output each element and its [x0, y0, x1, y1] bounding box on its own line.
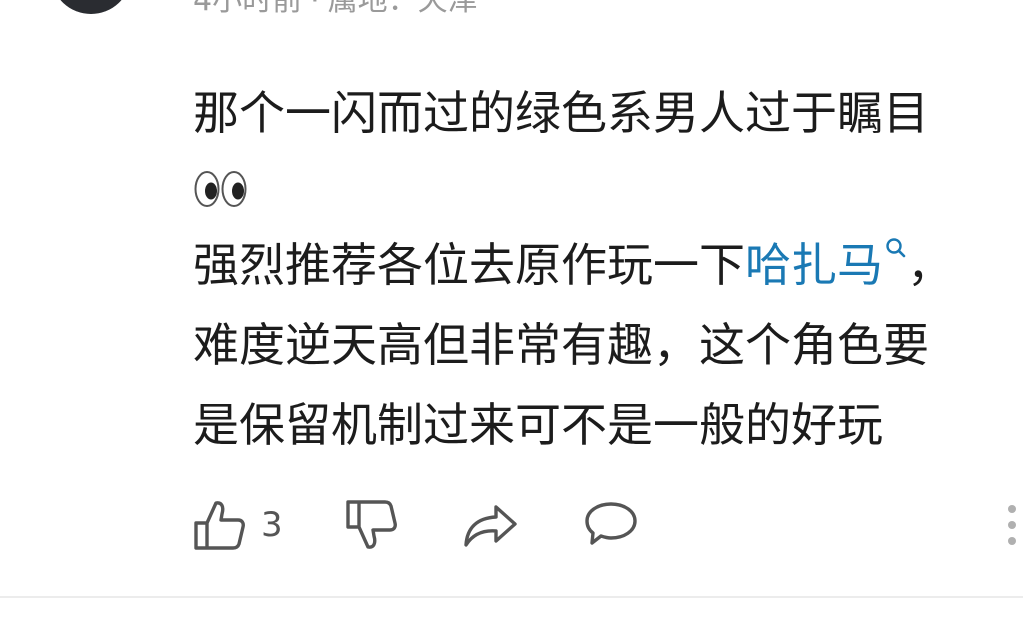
comment-bubble-icon	[584, 502, 637, 545]
comment-line-1: 那个一闪而过的绿色系男人过于瞩目	[193, 86, 929, 140]
comment-line-2: 强烈推荐各位去原作玩一下哈扎马 ，	[193, 225, 1005, 305]
comment-line-4: 是保留机制过来可不是一般的好玩	[193, 398, 883, 452]
comment-screen: 4小时前 · 属地：天津 那个一闪而过的绿色系男人过于瞩目 强烈推荐各位去原作玩一下…	[0, 0, 1023, 624]
search-link-text: 哈扎马	[745, 238, 883, 292]
reply-button[interactable]	[583, 499, 639, 551]
comment-punctuation: ，	[907, 238, 953, 292]
comment-time: 4小时前	[193, 0, 303, 18]
eyes-emoji-icon	[194, 170, 247, 207]
eyes-emoji	[193, 167, 249, 211]
comment-body: 那个一闪而过的绿色系男人过于瞩目 强烈推荐各位去原作玩一下哈扎马 ， 难度逆天高但…	[193, 73, 1005, 465]
like-button[interactable]: 3	[193, 499, 283, 551]
search-icon	[886, 238, 906, 258]
comment-line-2-text: 强烈推荐各位去原作玩一下	[193, 238, 745, 292]
like-count: 3	[261, 505, 283, 545]
comment-actions: 3	[193, 497, 639, 553]
dislike-button[interactable]	[345, 499, 397, 551]
more-dot	[1008, 505, 1016, 513]
emoji-line	[193, 153, 1005, 225]
comment-line-3: 难度逆天高但非常有趣，这个角色要	[193, 318, 929, 372]
share-button[interactable]	[463, 499, 519, 551]
more-dot	[1008, 537, 1016, 545]
thumbs-down-icon	[345, 500, 397, 549]
divider	[0, 596, 1023, 598]
comment-meta: 4小时前 · 属地：天津	[193, 0, 478, 16]
share-icon	[463, 505, 517, 547]
thumbs-up-icon	[194, 501, 245, 550]
search-link[interactable]: 哈扎马	[745, 238, 907, 292]
comment-location: 属地：天津	[327, 0, 478, 18]
avatar[interactable]	[52, 0, 130, 14]
more-dot	[1008, 521, 1016, 529]
meta-separator: ·	[310, 0, 320, 18]
more-options-icon[interactable]	[1005, 505, 1019, 545]
